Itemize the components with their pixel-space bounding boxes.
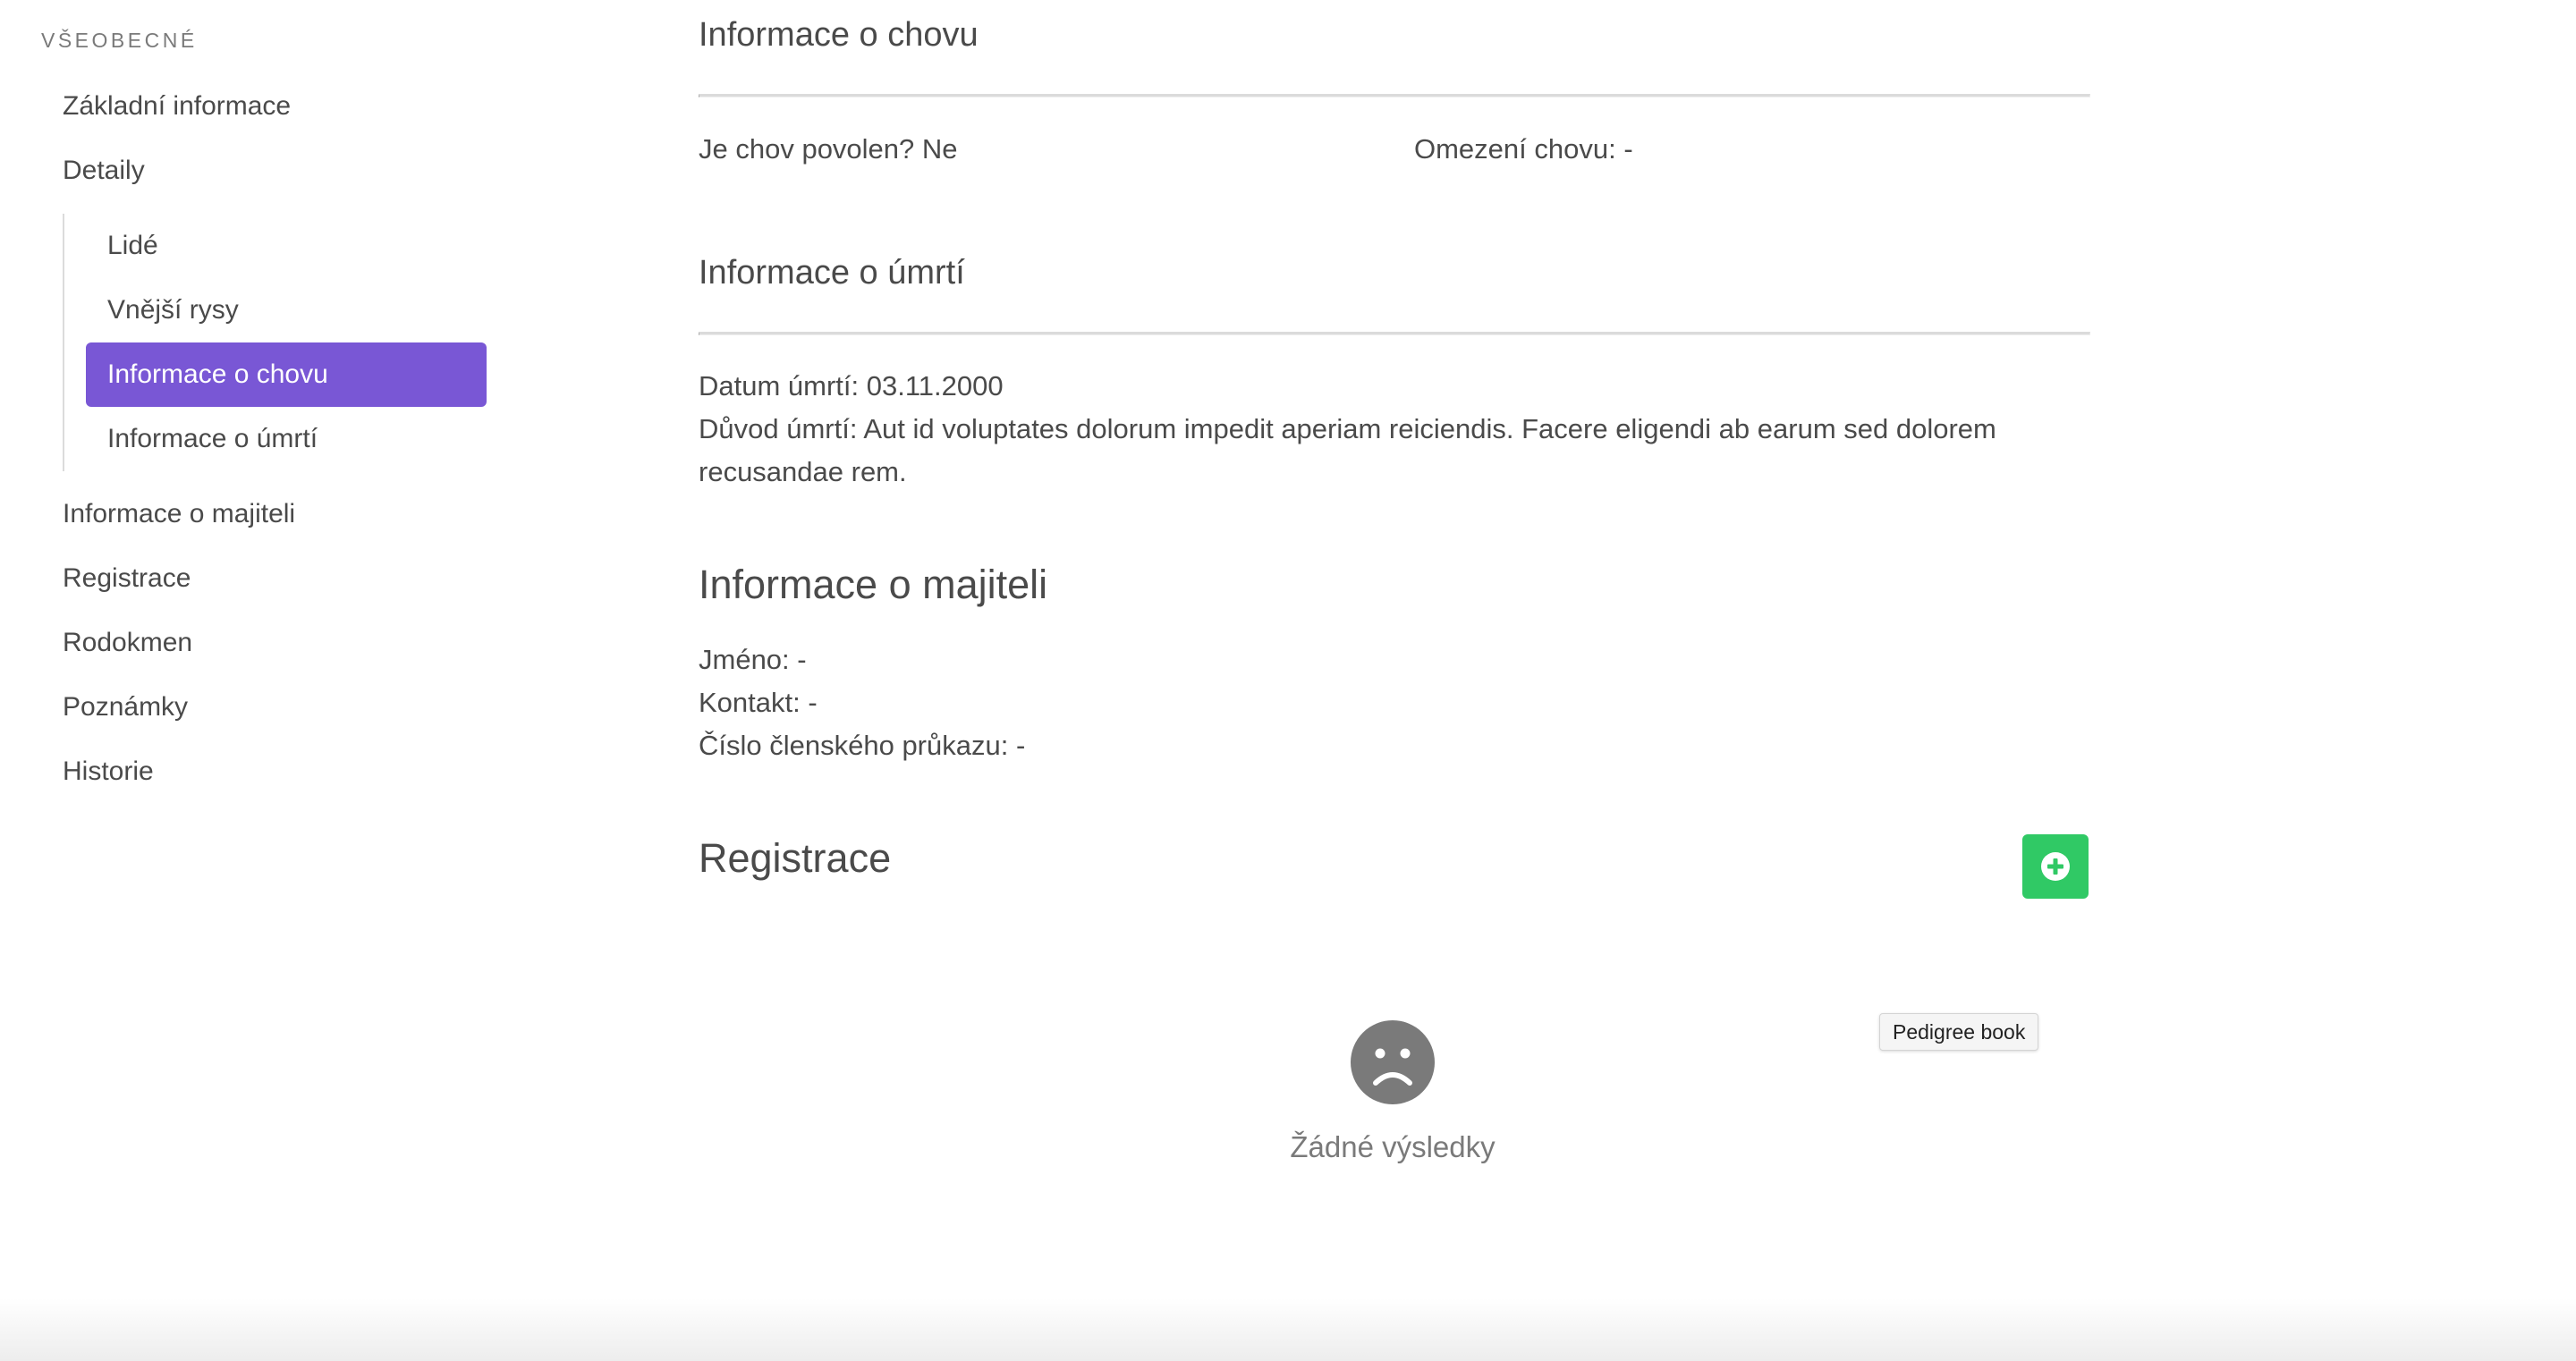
submenu-container: Lidé Vnější rysy Informace o chovu Infor…: [41, 214, 506, 471]
sidebar-item-history[interactable]: Historie: [41, 750, 506, 793]
owner-details: Jméno: - Kontakt: - Číslo členského průk…: [699, 638, 1025, 767]
sad-face-icon: [1351, 1020, 1435, 1104]
sidebar-item-basic-info[interactable]: Základní informace: [41, 85, 506, 128]
pedigree-book-tooltip: Pedigree book: [1879, 1013, 2039, 1051]
owner-card-number: Číslo členského průkazu: -: [699, 730, 1026, 761]
death-reason: Důvod úmrtí: Aut id voluptates dolorum i…: [699, 413, 1996, 487]
sidebar-item-appearance[interactable]: Vnější rysy: [86, 278, 487, 342]
owner-contact: Kontakt: -: [699, 687, 818, 718]
plus-circle-icon: [2041, 852, 2070, 881]
death-details: Datum úmrtí: 03.11.2000 Důvod úmrtí: Aut…: [699, 365, 2089, 494]
breeding-allowed: Je chov povolen? Ne: [699, 133, 958, 165]
menu-label: Všeobecné: [41, 29, 198, 52]
breeding-section-title: Informace o chovu: [699, 16, 979, 54]
empty-results-text: Žádné výsledky: [1290, 1130, 1496, 1163]
sidebar-item-owner-info[interactable]: Informace o majiteli: [41, 493, 506, 536]
sidebar-item-notes[interactable]: Poznámky: [41, 686, 506, 729]
bottom-shadow: [0, 1298, 2576, 1361]
sidebar: Všeobecné Základní informace Detaily Lid…: [0, 0, 537, 1361]
sidebar-item-breeding-info[interactable]: Informace o chovu: [86, 342, 487, 407]
death-section-title: Informace o úmrtí: [699, 254, 965, 292]
details-submenu: Lidé Vnější rysy Informace o chovu Infor…: [63, 214, 487, 471]
breeding-divider: [699, 94, 2090, 97]
owner-section-title: Informace o majiteli: [699, 562, 1048, 607]
sidebar-item-people[interactable]: Lidé: [86, 214, 487, 278]
add-registration-button[interactable]: [2022, 834, 2089, 899]
sidebar-item-pedigree[interactable]: Rodokmen: [41, 621, 506, 664]
breeding-restriction: Omezení chovu: -: [1414, 133, 1633, 165]
sidebar-item-death-info[interactable]: Informace o úmrtí: [86, 407, 487, 471]
death-divider: [699, 332, 2090, 335]
owner-name: Jméno: -: [699, 644, 807, 675]
registration-section-title: Registrace: [699, 835, 892, 881]
death-date: Datum úmrtí: 03.11.2000: [699, 370, 1004, 402]
sidebar-item-details[interactable]: Detaily: [41, 149, 506, 192]
menu-list: Základní informace Detaily Lidé Vnější r…: [41, 85, 506, 815]
sidebar-item-registration[interactable]: Registrace: [41, 557, 506, 600]
